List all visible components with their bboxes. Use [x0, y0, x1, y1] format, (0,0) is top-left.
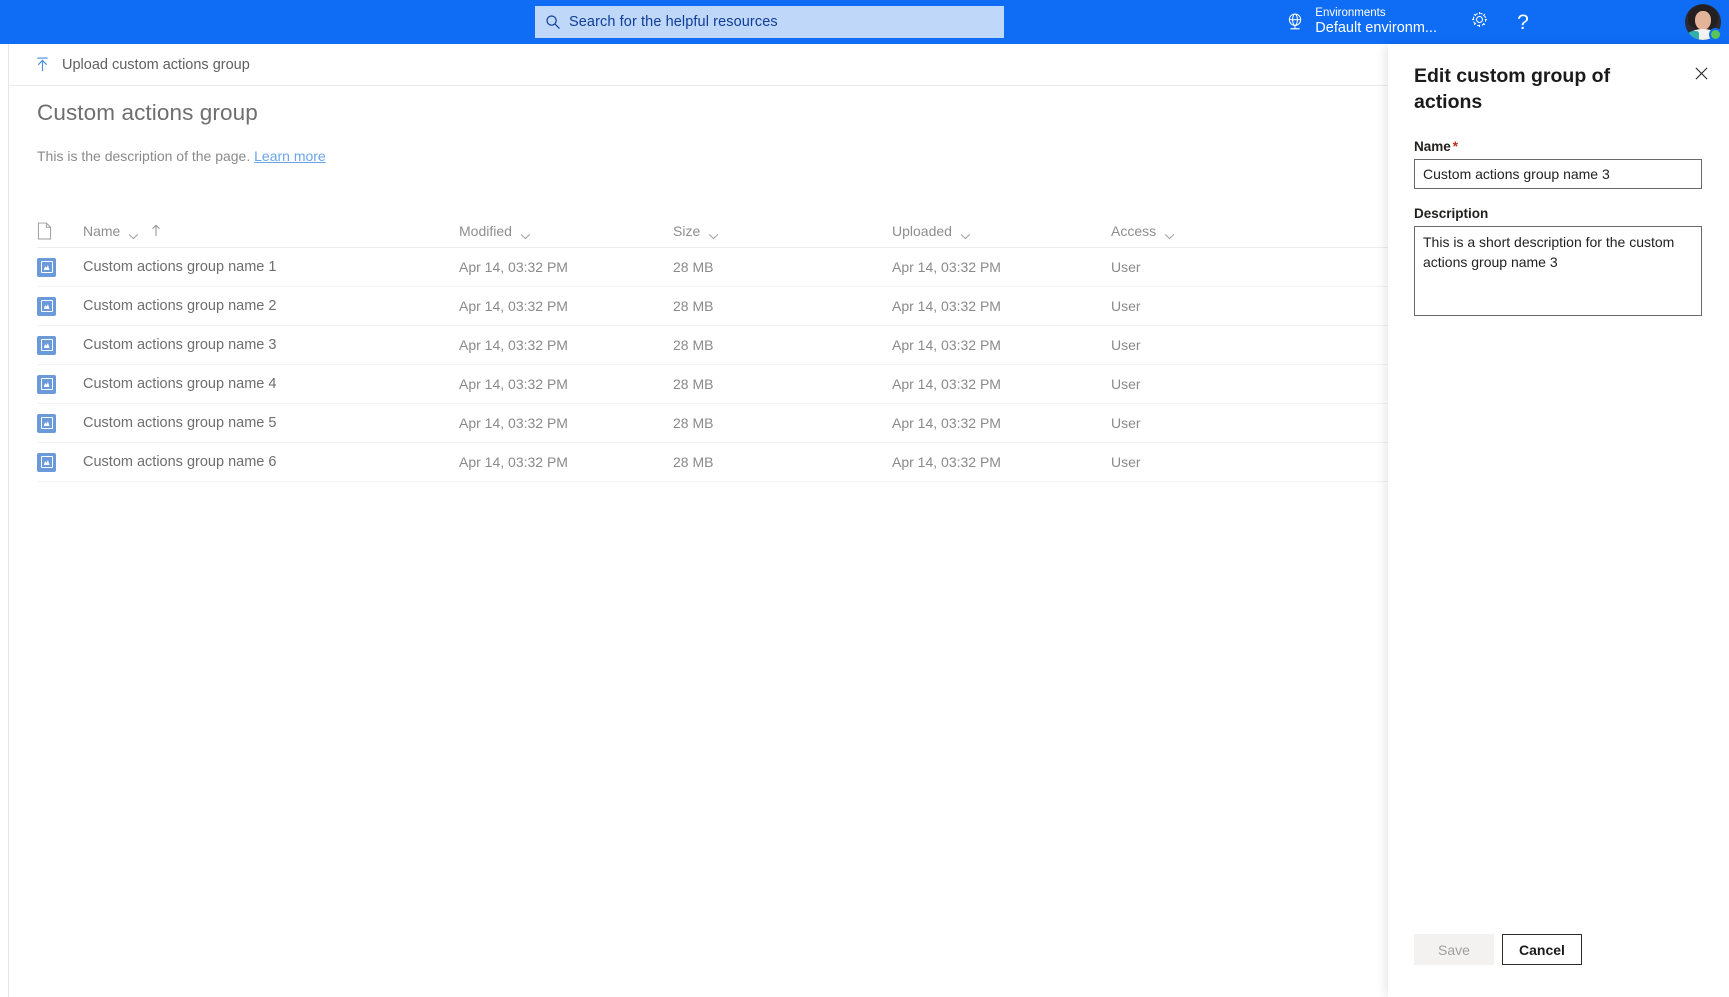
- custom-actions-group-icon: [37, 413, 56, 433]
- search-icon: [545, 14, 561, 30]
- column-header-uploaded[interactable]: Uploaded: [892, 214, 1111, 248]
- column-header-access-label: Access: [1111, 222, 1157, 239]
- avatar[interactable]: [1685, 4, 1722, 41]
- row-name: Custom actions group name 6: [83, 454, 277, 470]
- global-search-box[interactable]: Search for the helpful resources: [535, 6, 1004, 38]
- row-access: User: [1111, 259, 1141, 275]
- row-size: 28 MB: [673, 337, 714, 353]
- search-placeholder-text: Search for the helpful resources: [569, 14, 778, 30]
- settings-button[interactable]: [1457, 0, 1501, 44]
- row-size: 28 MB: [673, 376, 714, 392]
- row-name: Custom actions group name 2: [83, 298, 277, 314]
- upload-arrow-icon: [34, 56, 51, 73]
- row-icon-cell: [37, 335, 83, 355]
- column-header-icon[interactable]: [37, 214, 83, 248]
- help-button[interactable]: ?: [1501, 0, 1545, 44]
- row-size: 28 MB: [673, 415, 714, 431]
- row-uploaded: Apr 14, 03:32 PM: [892, 337, 1001, 353]
- chevron-down-icon: [1164, 227, 1175, 240]
- chevron-down-icon: [960, 227, 971, 240]
- chevron-down-icon: [708, 227, 719, 240]
- row-icon-cell: [37, 452, 83, 472]
- panel-title: Edit custom group of actions: [1414, 65, 1611, 113]
- description-textarea[interactable]: [1414, 226, 1702, 316]
- custom-actions-group-icon: [37, 296, 56, 316]
- question-mark-help-icon: ?: [1517, 10, 1529, 34]
- environment-value: Default environm...: [1315, 20, 1437, 37]
- column-header-modified-label: Modified: [459, 222, 512, 239]
- chevron-down-icon: [520, 227, 531, 240]
- description-field-label: Description: [1414, 206, 1489, 221]
- row-name: Custom actions group name 4: [83, 376, 277, 392]
- custom-actions-group-icon: [37, 257, 56, 277]
- environment-label: Environments: [1315, 7, 1386, 20]
- column-header-size-label: Size: [673, 222, 701, 239]
- row-size: 28 MB: [673, 454, 714, 470]
- page-description: This is the description of the page. Lea…: [37, 148, 326, 164]
- cancel-button[interactable]: Cancel: [1502, 934, 1582, 965]
- learn-more-link[interactable]: Learn more: [254, 148, 326, 164]
- column-header-access[interactable]: Access: [1111, 214, 1311, 248]
- left-nav-rail: [0, 44, 9, 997]
- row-uploaded: Apr 14, 03:32 PM: [892, 298, 1001, 314]
- upload-custom-actions-group-button[interactable]: Upload custom actions group: [10, 44, 262, 86]
- column-header-modified[interactable]: Modified: [459, 214, 673, 248]
- row-modified: Apr 14, 03:32 PM: [459, 415, 568, 431]
- row-uploaded: Apr 14, 03:32 PM: [892, 415, 1001, 431]
- column-header-uploaded-label: Uploaded: [892, 222, 952, 239]
- panel-footer: Save Cancel: [1414, 934, 1582, 965]
- row-size: 28 MB: [673, 298, 714, 314]
- row-access: User: [1111, 415, 1141, 431]
- presence-status-badge: [1709, 28, 1722, 41]
- column-header-size[interactable]: Size: [673, 214, 892, 248]
- close-panel-button[interactable]: [1685, 60, 1717, 92]
- name-label-text: Name: [1414, 139, 1451, 154]
- row-modified: Apr 14, 03:32 PM: [459, 454, 568, 470]
- required-asterisk: *: [1452, 139, 1459, 154]
- close-icon: [1694, 66, 1709, 86]
- sort-ascending-icon: [151, 224, 161, 237]
- row-icon-cell: [37, 374, 83, 394]
- page-description-text: This is the description of the page.: [37, 148, 251, 164]
- name-input[interactable]: [1414, 159, 1702, 189]
- row-access: User: [1111, 298, 1141, 314]
- row-modified: Apr 14, 03:32 PM: [459, 259, 568, 275]
- column-header-name-label: Name: [83, 222, 121, 239]
- row-access: User: [1111, 376, 1141, 392]
- globe-environment-icon: [1284, 11, 1306, 33]
- row-modified: Apr 14, 03:32 PM: [459, 376, 568, 392]
- row-access: User: [1111, 454, 1141, 470]
- row-icon-cell: [37, 296, 83, 316]
- row-uploaded: Apr 14, 03:32 PM: [892, 454, 1001, 470]
- custom-actions-group-icon: [37, 374, 56, 394]
- row-uploaded: Apr 14, 03:32 PM: [892, 259, 1001, 275]
- upload-button-label: Upload custom actions group: [62, 56, 250, 73]
- row-size: 28 MB: [673, 259, 714, 275]
- row-access: User: [1111, 337, 1141, 353]
- row-icon-cell: [37, 257, 83, 277]
- top-app-bar: Search for the helpful resources Environ…: [0, 0, 1729, 44]
- environment-switcher[interactable]: Environments Default environm...: [1284, 5, 1437, 39]
- row-name: Custom actions group name 5: [83, 415, 277, 431]
- column-header-name[interactable]: Name: [83, 214, 459, 248]
- gear-icon: [1469, 9, 1490, 35]
- custom-actions-group-icon: [37, 452, 56, 472]
- row-name: Custom actions group name 3: [83, 337, 277, 353]
- chevron-down-icon: [128, 227, 139, 240]
- save-button[interactable]: Save: [1414, 934, 1494, 965]
- page-title: Custom actions group: [37, 100, 258, 125]
- row-uploaded: Apr 14, 03:32 PM: [892, 376, 1001, 392]
- row-icon-cell: [37, 413, 83, 433]
- row-modified: Apr 14, 03:32 PM: [459, 337, 568, 353]
- row-name: Custom actions group name 1: [83, 259, 277, 275]
- name-field-label: Name *: [1414, 139, 1458, 154]
- custom-actions-group-icon: [37, 335, 56, 355]
- row-modified: Apr 14, 03:32 PM: [459, 298, 568, 314]
- edit-custom-group-panel: Edit custom group of actions Name* Descr…: [1388, 44, 1729, 997]
